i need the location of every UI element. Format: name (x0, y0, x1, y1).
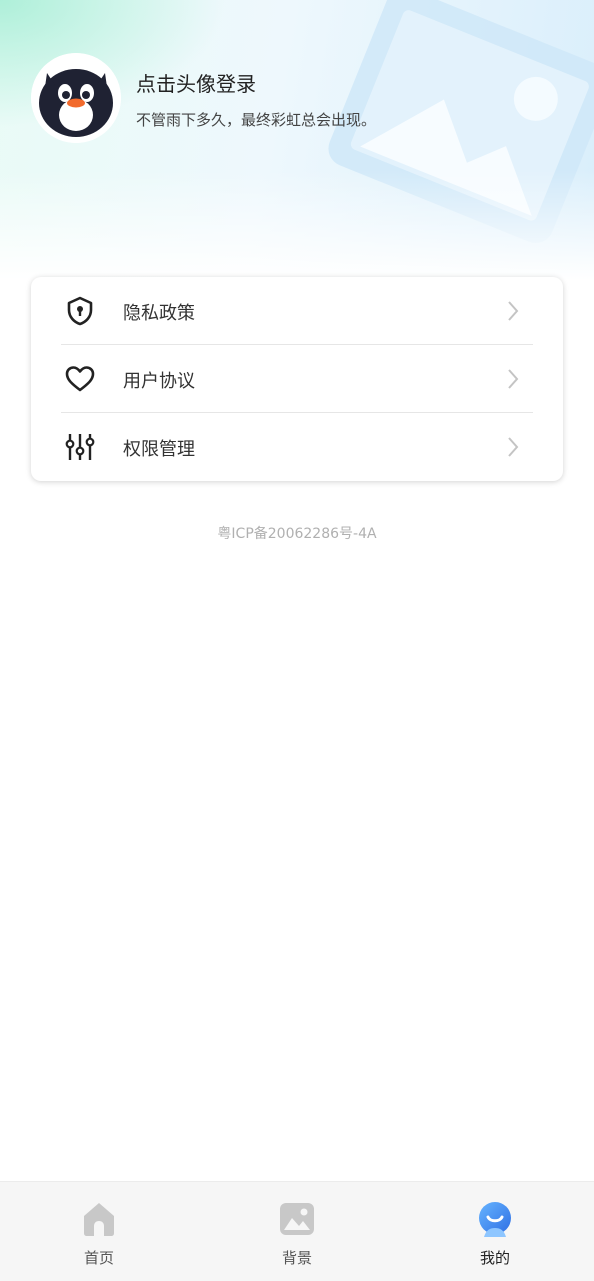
login-prompt[interactable]: 点击头像登录 (136, 68, 256, 97)
profile-icon (479, 1202, 511, 1237)
home-icon (84, 1203, 114, 1236)
penguin-avatar-icon (31, 53, 121, 143)
bottom-tab-bar: 首页 背景 我的 (0, 1181, 594, 1281)
chevron-right-icon (508, 437, 519, 457)
tab-label: 首页 (83, 1249, 114, 1267)
profile-subtitle: 不管雨下多久，最终彩虹总会出现。 (136, 111, 377, 129)
menu-item-label: 权限管理 (123, 439, 195, 460)
tab-background[interactable]: 背景 (198, 1182, 396, 1281)
menu-item-label: 用户协议 (123, 371, 195, 392)
tab-mine[interactable]: 我的 (396, 1182, 594, 1281)
chevron-right-icon (508, 301, 519, 321)
menu-item-privacy-policy[interactable]: 隐私政策 (31, 277, 563, 345)
tab-label: 我的 (479, 1249, 510, 1267)
settings-menu: 隐私政策 用户协议 权限管理 (31, 277, 563, 481)
heart-icon (65, 366, 95, 392)
chevron-right-icon (508, 369, 519, 389)
tab-home[interactable]: 首页 (0, 1182, 198, 1281)
tab-label: 背景 (281, 1249, 312, 1267)
menu-item-label: 隐私政策 (123, 303, 195, 324)
shield-lock-icon (67, 296, 93, 326)
avatar[interactable] (31, 53, 121, 143)
sliders-icon (65, 434, 95, 460)
menu-item-permission-management[interactable]: 权限管理 (31, 413, 563, 481)
icp-license: 粤ICP备20062286号-4A (217, 526, 377, 542)
menu-item-user-agreement[interactable]: 用户协议 (31, 345, 563, 413)
image-icon (280, 1203, 314, 1235)
